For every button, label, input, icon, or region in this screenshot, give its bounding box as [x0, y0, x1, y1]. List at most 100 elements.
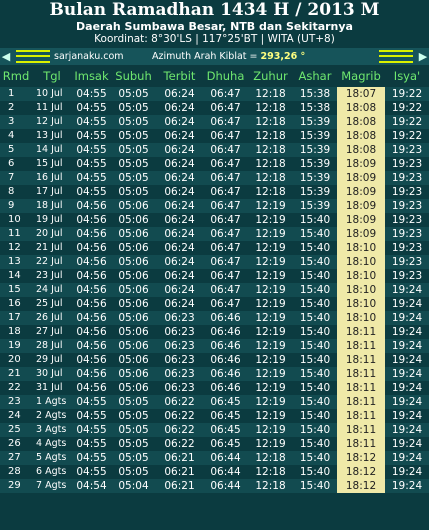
table-cell: 06:47 — [203, 115, 248, 129]
table-cell: 04:55 — [72, 129, 111, 143]
table-cell: 18:09 — [337, 199, 385, 213]
table-cell: 05:06 — [111, 367, 156, 381]
table-cell: 12:19 — [248, 227, 293, 241]
table-cell: 18:09 — [337, 171, 385, 185]
kiblat-label: Azimuth Arah Kiblat = — [152, 51, 261, 62]
table-cell: 12:19 — [248, 213, 293, 227]
table-cell: 27 — [0, 451, 32, 465]
table-cell: 05:06 — [111, 339, 156, 353]
table-cell: 7 — [0, 171, 32, 185]
table-cell: 05:06 — [111, 227, 156, 241]
table-cell: 15 — [0, 283, 32, 297]
table-cell: 06:45 — [203, 423, 248, 437]
table-cell: 15:40 — [293, 213, 337, 227]
table-cell: 12:18 — [248, 129, 293, 143]
column-header: Imsak — [72, 65, 111, 87]
table-cell: 15:38 — [293, 87, 337, 101]
table-cell: 4 — [0, 129, 32, 143]
table-row: 29 7 Agts 04:54 05:04 06:21 06:44 12:18 15:40 18… — [0, 479, 429, 493]
table-row: 15 24 Jul 04:56 05:06 06:24 06:47 12:19 15:40 18… — [0, 283, 429, 297]
table-cell: 5 — [0, 143, 32, 157]
page-title: Bulan Ramadhan 1434 H / 2013 M — [49, 0, 380, 20]
table-cell: 6 — [0, 157, 32, 171]
table-row: 8 17 Jul 04:55 05:05 06:24 06:47 12:18 15:39 18:… — [0, 185, 429, 199]
table-row: 7 16 Jul 04:55 05:05 06:24 06:47 12:18 15:39 18:… — [0, 171, 429, 185]
table-cell: 12:18 — [248, 101, 293, 115]
table-cell: 18:11 — [337, 423, 385, 437]
table-cell: 3 — [0, 115, 32, 129]
table-cell: 06:24 — [156, 87, 203, 101]
table-cell: 06:47 — [203, 129, 248, 143]
table-cell: 11 Jul — [32, 101, 72, 115]
site-link[interactable]: sarjanaku.com — [54, 51, 152, 62]
table-cell: 04:56 — [72, 283, 111, 297]
arrow-left-icon[interactable]: ◀ — [0, 50, 12, 63]
table-cell: 05:06 — [111, 297, 156, 311]
table-cell: 21 — [0, 367, 32, 381]
table-cell: 20 — [0, 353, 32, 367]
table-row: 24 2 Agts 04:55 05:05 06:22 06:45 12:19 15:40 18… — [0, 409, 429, 423]
table-cell: 12:19 — [248, 339, 293, 353]
table-cell: 06:47 — [203, 241, 248, 255]
table-cell: 05:05 — [111, 143, 156, 157]
table-cell: 12:18 — [248, 465, 293, 479]
table-cell: 05:04 — [111, 479, 156, 493]
table-cell: 19:23 — [385, 269, 429, 283]
table-cell: 12:19 — [248, 325, 293, 339]
table-cell: 15:40 — [293, 339, 337, 353]
table-cell: 06:24 — [156, 297, 203, 311]
table-cell: 29 — [0, 479, 32, 493]
table-cell: 17 — [0, 311, 32, 325]
table-cell: 15:39 — [293, 171, 337, 185]
table-cell: 19:22 — [385, 101, 429, 115]
table-cell: 18:11 — [337, 437, 385, 451]
table-cell: 06:23 — [156, 339, 203, 353]
table-cell: 19:24 — [385, 283, 429, 297]
table-cell: 05:06 — [111, 311, 156, 325]
table-cell: 15:40 — [293, 437, 337, 451]
table-row: 28 6 Agts 04:55 05:05 06:21 06:44 12:18 15:40 18… — [0, 465, 429, 479]
table-row: 5 14 Jul 04:55 05:05 06:24 06:47 12:18 15:39 18:… — [0, 143, 429, 157]
table-cell: 18:08 — [337, 143, 385, 157]
table-cell: 04:55 — [72, 437, 111, 451]
table-cell: 05:06 — [111, 269, 156, 283]
table-cell: 06:46 — [203, 311, 248, 325]
table-cell: 19:24 — [385, 395, 429, 409]
table-row: 25 3 Agts 04:55 05:05 06:22 06:45 12:19 15:40 18… — [0, 423, 429, 437]
table-row: 17 26 Jul 04:56 05:06 06:23 06:46 12:19 15:40 18… — [0, 311, 429, 325]
table-cell: 15:40 — [293, 255, 337, 269]
table-row: 14 23 Jul 04:56 05:06 06:24 06:47 12:19 15:40 18… — [0, 269, 429, 283]
table-cell: 06:24 — [156, 129, 203, 143]
table-cell: 11 — [0, 227, 32, 241]
table-cell: 06:22 — [156, 437, 203, 451]
table-cell: 19:23 — [385, 199, 429, 213]
table-cell: 18:10 — [337, 269, 385, 283]
table-cell: 28 Jul — [32, 339, 72, 353]
table-cell: 04:55 — [72, 87, 111, 101]
table-cell: 19 — [0, 339, 32, 353]
table-cell: 18:09 — [337, 185, 385, 199]
table-cell: 19:23 — [385, 227, 429, 241]
table-cell: 04:55 — [72, 451, 111, 465]
table-cell: 05:05 — [111, 465, 156, 479]
table-cell: 18:10 — [337, 255, 385, 269]
table-cell: 04:55 — [72, 157, 111, 171]
table-cell: 05:06 — [111, 381, 156, 395]
table-cell: 06:23 — [156, 325, 203, 339]
table-cell: 23 Jul — [32, 269, 72, 283]
info-bar: ◀ sarjanaku.com Azimuth Arah Kiblat = 29… — [0, 48, 429, 65]
table-cell: 18:10 — [337, 283, 385, 297]
table-cell: 06:22 — [156, 423, 203, 437]
table-cell: 04:55 — [72, 185, 111, 199]
table-cell: 16 — [0, 297, 32, 311]
table-cell: 04:54 — [72, 479, 111, 493]
table-cell: 1 Agts — [32, 395, 72, 409]
table-cell: 06:44 — [203, 465, 248, 479]
table-cell: 22 — [0, 381, 32, 395]
table-cell: 05:05 — [111, 395, 156, 409]
table-cell: 12 Jul — [32, 115, 72, 129]
table-cell: 12:19 — [248, 409, 293, 423]
table-cell: 05:05 — [111, 129, 156, 143]
arrow-right-icon[interactable]: ▶ — [417, 50, 429, 63]
table-cell: 12:18 — [248, 157, 293, 171]
